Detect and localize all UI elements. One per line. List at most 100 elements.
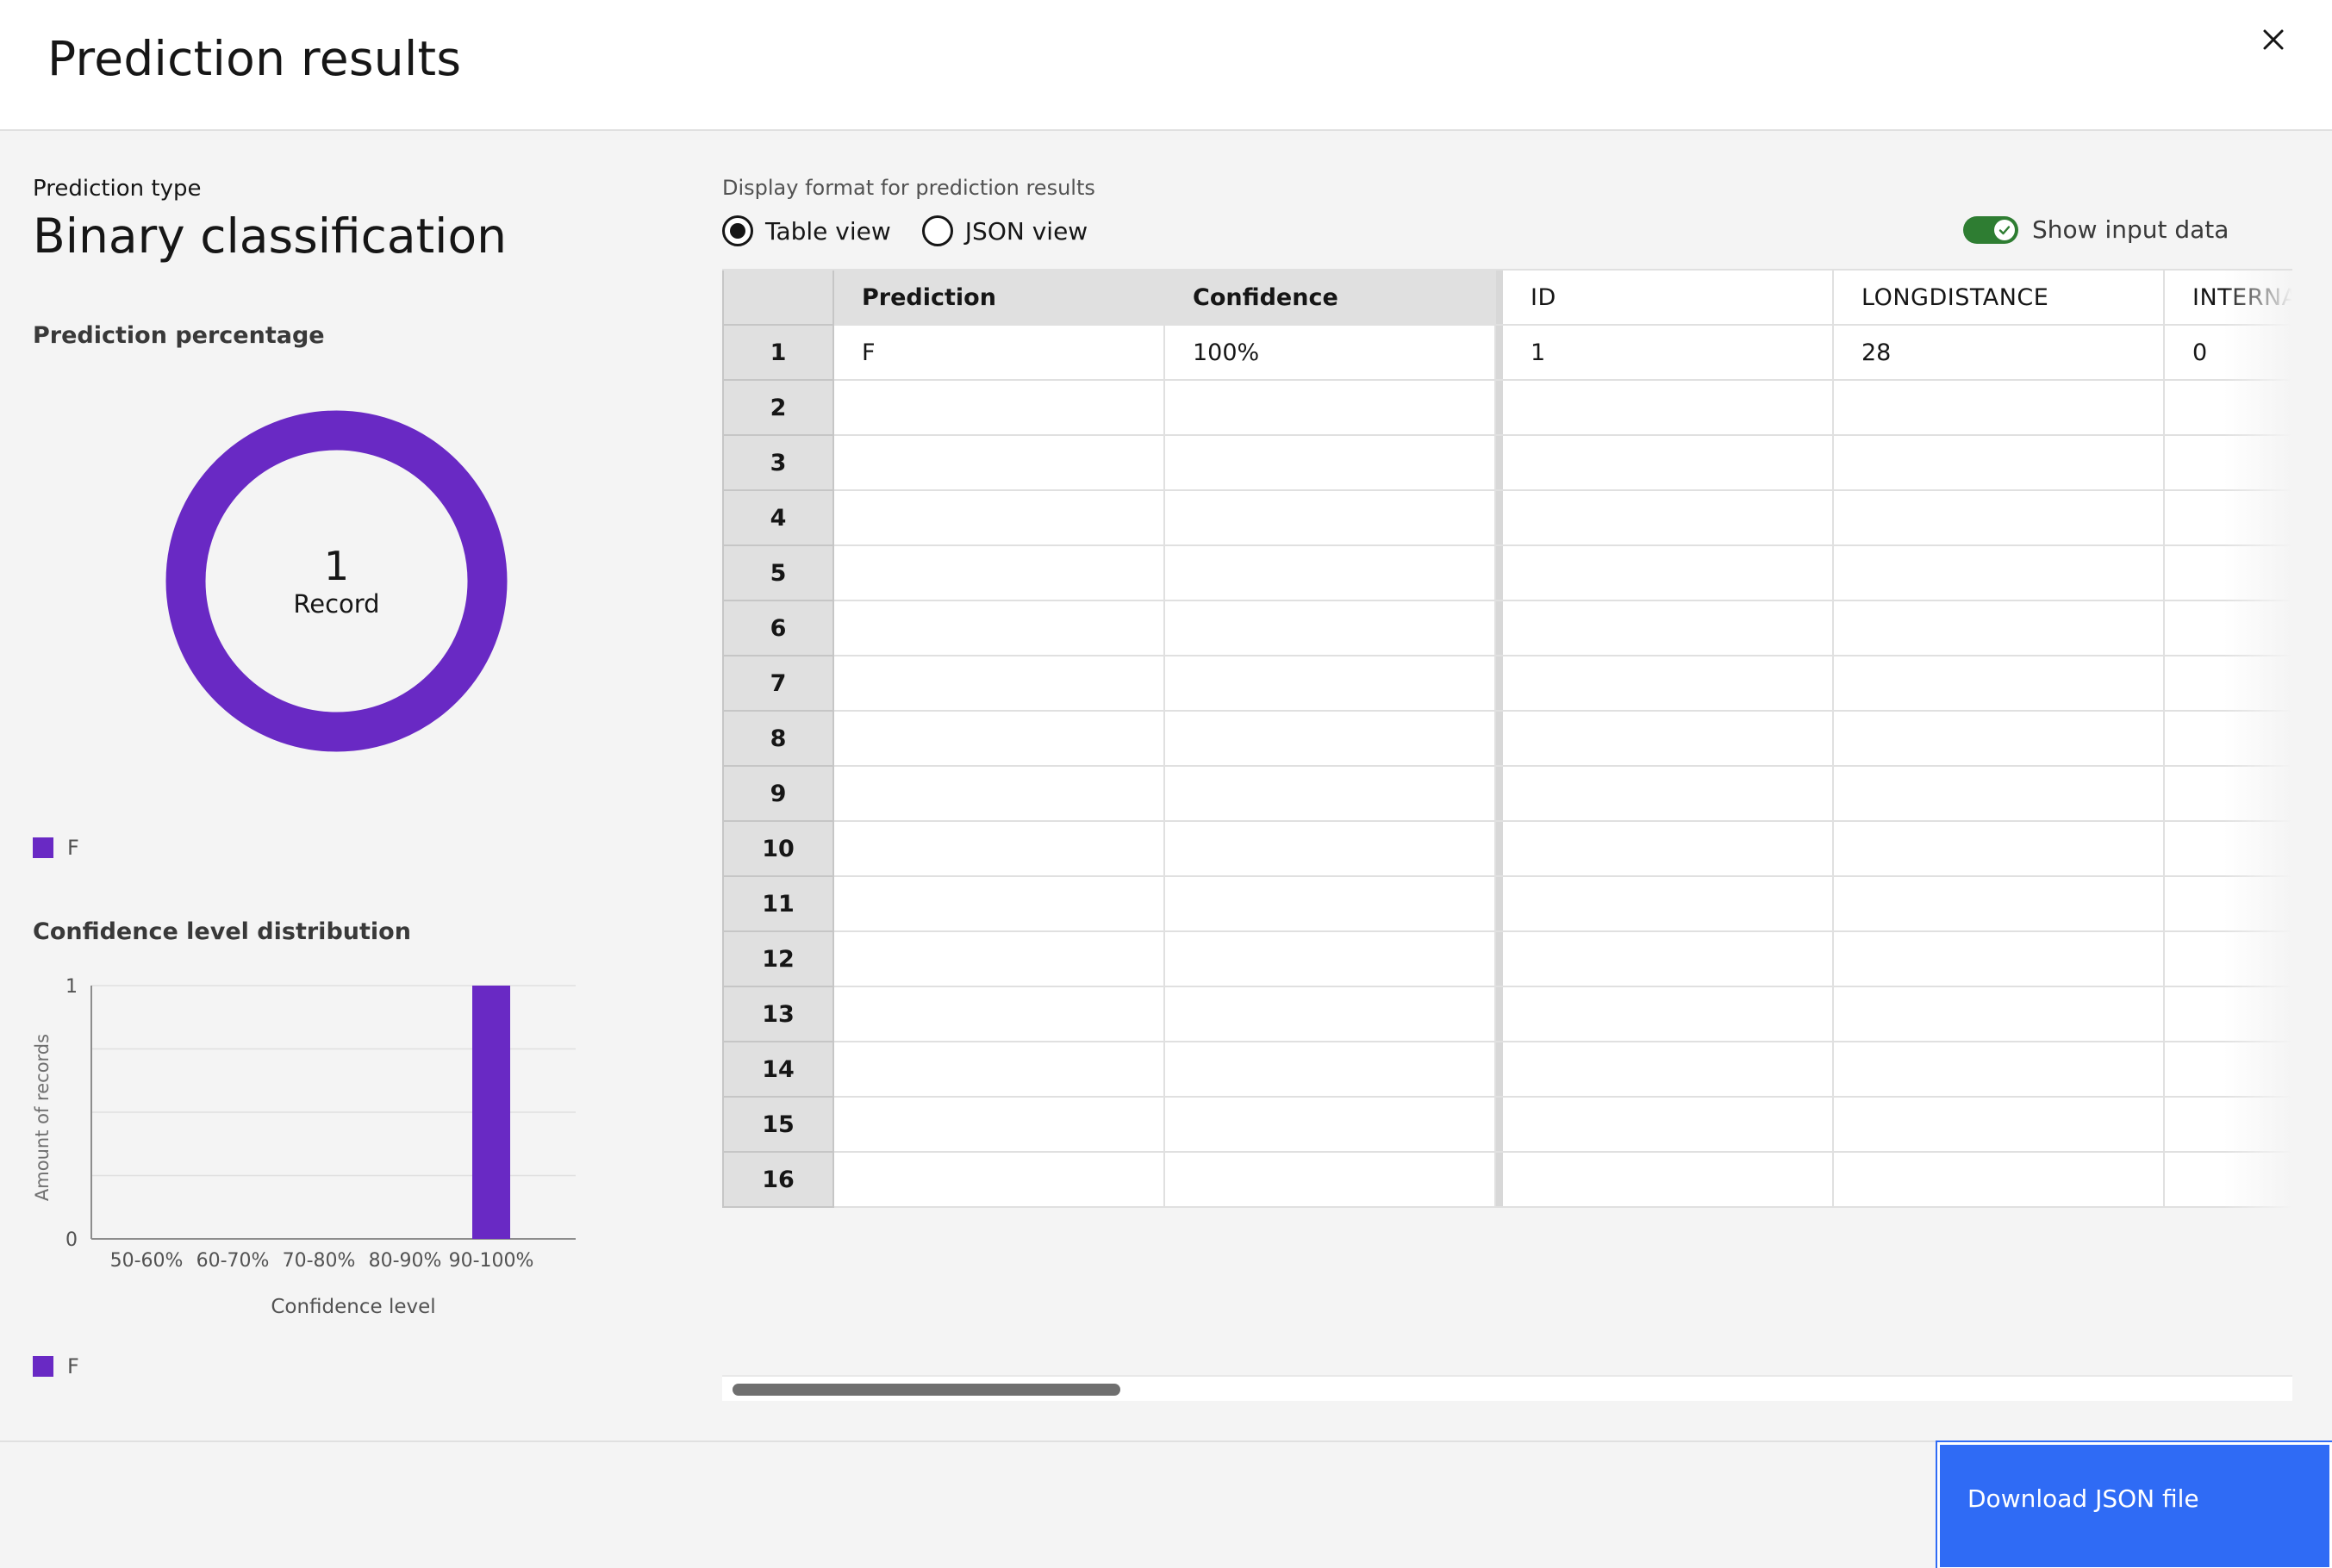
table-cell[interactable] [1503,932,1834,987]
table-cell[interactable] [1834,491,2165,546]
scrollbar-thumb[interactable] [733,1384,1120,1396]
table-cell[interactable] [1503,1098,1834,1153]
table-cell[interactable] [1834,987,2165,1042]
table-cell[interactable] [1503,546,1834,601]
table-cell[interactable] [1165,546,1496,601]
table-cell[interactable] [834,491,1165,546]
table-cell[interactable] [1503,987,1834,1042]
table-cell[interactable]: 1 [1503,326,1834,381]
table-cell[interactable] [1834,1098,2165,1153]
table-cell[interactable] [834,436,1165,491]
table-cell[interactable]: F [834,326,1165,381]
table-cell[interactable] [1834,436,2165,491]
show-input-data-toggle[interactable] [1963,215,2018,244]
table-cell[interactable] [1834,767,2165,822]
table-cell[interactable] [1165,436,1496,491]
table-cell[interactable] [1503,822,1834,877]
table-cell[interactable] [1165,491,1496,546]
table-cell[interactable] [834,877,1165,932]
table-cell[interactable] [2165,546,2292,601]
column-header-international[interactable]: INTERNATIONAL [2165,271,2292,326]
table-cell[interactable] [1503,601,1834,656]
table-cell[interactable] [2165,877,2292,932]
horizontal-scrollbar[interactable] [722,1375,2292,1401]
table-cell[interactable] [2165,436,2292,491]
table-cell[interactable] [1165,877,1496,932]
bar[interactable] [472,986,510,1239]
column-header-confidence[interactable]: Confidence [1165,271,1496,326]
table-cell[interactable] [834,1098,1165,1153]
table-cell[interactable] [1165,601,1496,656]
table-cell[interactable]: 28 [1834,326,2165,381]
table-cell[interactable] [1503,1042,1834,1098]
confidence-bar-chart: 50-60% 60-70% 70-80% 80-90% 90-100% 0 1 Confi… [32,976,576,1318]
table-cell[interactable] [1165,712,1496,767]
table-cell[interactable] [1834,601,2165,656]
download-json-button[interactable]: Download JSON file [1936,1440,2332,1568]
table-cell[interactable] [1503,436,1834,491]
close-button[interactable] [2246,12,2301,67]
table-cell[interactable] [1165,932,1496,987]
table-body: Prediction Confidence ID LONGDISTANCE IN… [722,271,2292,1208]
radio-button-selected[interactable] [722,215,753,246]
table-cell[interactable] [834,822,1165,877]
table-cell[interactable] [834,1153,1165,1208]
table-cell[interactable] [1503,381,1834,436]
column-separator [1496,1098,1503,1153]
column-header-prediction[interactable]: Prediction [834,271,1165,326]
table-cell[interactable] [1165,987,1496,1042]
table-cell[interactable] [1834,656,2165,712]
row-number: 3 [722,436,834,491]
table-cell[interactable] [2165,1042,2292,1098]
table-cell[interactable] [1165,822,1496,877]
table-cell[interactable] [1503,1153,1834,1208]
table-cell[interactable] [2165,712,2292,767]
table-cell[interactable] [834,381,1165,436]
table-cell[interactable] [834,932,1165,987]
radio-button[interactable] [921,215,953,246]
column-header-longdistance[interactable]: LONGDISTANCE [1834,271,2165,326]
table-cell[interactable] [1834,381,2165,436]
radio-json-view[interactable]: JSON view [921,215,1088,246]
table-cell[interactable] [2165,767,2292,822]
table-cell[interactable] [1834,712,2165,767]
table-cell[interactable] [1834,1042,2165,1098]
table-cell[interactable] [834,601,1165,656]
x-tick-label: 80-90% [369,1250,442,1272]
table-cell[interactable] [1165,767,1496,822]
table-cell[interactable] [2165,1098,2292,1153]
table-cell[interactable]: 100% [1165,326,1496,381]
table-cell[interactable] [1503,656,1834,712]
table-cell[interactable] [1834,932,2165,987]
table-cell[interactable] [2165,932,2292,987]
table-cell[interactable] [2165,381,2292,436]
table-cell[interactable] [834,656,1165,712]
table-cell[interactable] [2165,491,2292,546]
table-cell[interactable] [834,712,1165,767]
table-cell[interactable] [834,987,1165,1042]
table-cell[interactable] [1503,767,1834,822]
column-header-id[interactable]: ID [1503,271,1834,326]
table-cell[interactable]: 0 [2165,326,2292,381]
table-cell[interactable] [834,767,1165,822]
table-cell[interactable] [2165,987,2292,1042]
table-cell[interactable] [1834,546,2165,601]
table-cell[interactable] [1165,1042,1496,1098]
table-cell[interactable] [834,546,1165,601]
table-cell[interactable] [1834,1153,2165,1208]
table-cell[interactable] [1834,822,2165,877]
table-cell[interactable] [1165,1153,1496,1208]
table-cell[interactable] [1834,877,2165,932]
table-cell[interactable] [1503,712,1834,767]
table-cell[interactable] [1165,381,1496,436]
radio-table-view[interactable]: Table view [722,215,891,246]
table-cell[interactable] [2165,1153,2292,1208]
table-cell[interactable] [2165,601,2292,656]
table-cell[interactable] [1165,1098,1496,1153]
table-cell[interactable] [834,1042,1165,1098]
table-cell[interactable] [1503,491,1834,546]
table-cell[interactable] [1165,656,1496,712]
table-cell[interactable] [2165,656,2292,712]
table-cell[interactable] [2165,822,2292,877]
table-cell[interactable] [1503,877,1834,932]
